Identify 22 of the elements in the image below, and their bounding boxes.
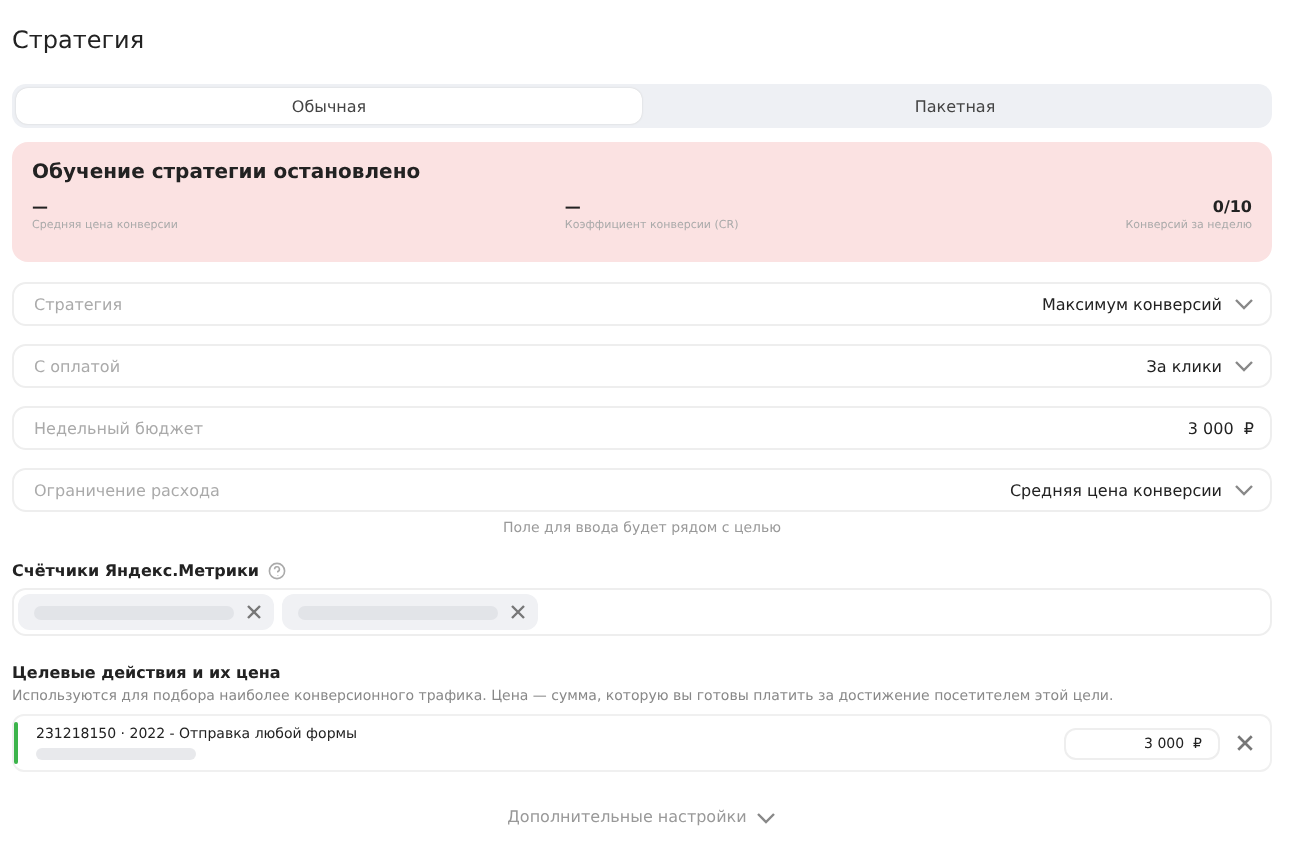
input-field[interactable]: Недельный бюджет 3 000 ₽ — [12, 406, 1272, 450]
tab[interactable]: Обычная — [16, 88, 642, 124]
counters-label: Счётчики Яндекс.Метрики — [12, 562, 260, 580]
tab[interactable]: Пакетная — [642, 88, 1268, 124]
goals-title: Целевые действия и их цена — [12, 664, 283, 682]
chevron-down-icon — [1234, 360, 1254, 372]
stat-value: 0/10 — [1212, 198, 1252, 216]
select-field[interactable]: Стратегия Максимум конверсий — [12, 282, 1272, 326]
select-field[interactable]: Ограничение расхода Средняя цена конверсии — [12, 468, 1272, 512]
stat-value: — — [564, 198, 583, 216]
select-field[interactable]: С оплатой За клики — [12, 344, 1272, 388]
chevron-down-icon — [1234, 298, 1254, 310]
alert-title: Обучение стратегии остановлено — [32, 162, 423, 184]
help-icon[interactable] — [267, 562, 286, 580]
counters-field[interactable] — [12, 588, 1272, 636]
close-icon[interactable] — [246, 604, 262, 620]
close-icon[interactable] — [1236, 734, 1254, 752]
section-title: Стратегия — [12, 26, 147, 58]
chevron-down-icon — [756, 811, 777, 823]
stat-value: — — [32, 198, 50, 216]
close-icon[interactable] — [510, 604, 526, 620]
chevron-down-icon — [1234, 484, 1254, 496]
